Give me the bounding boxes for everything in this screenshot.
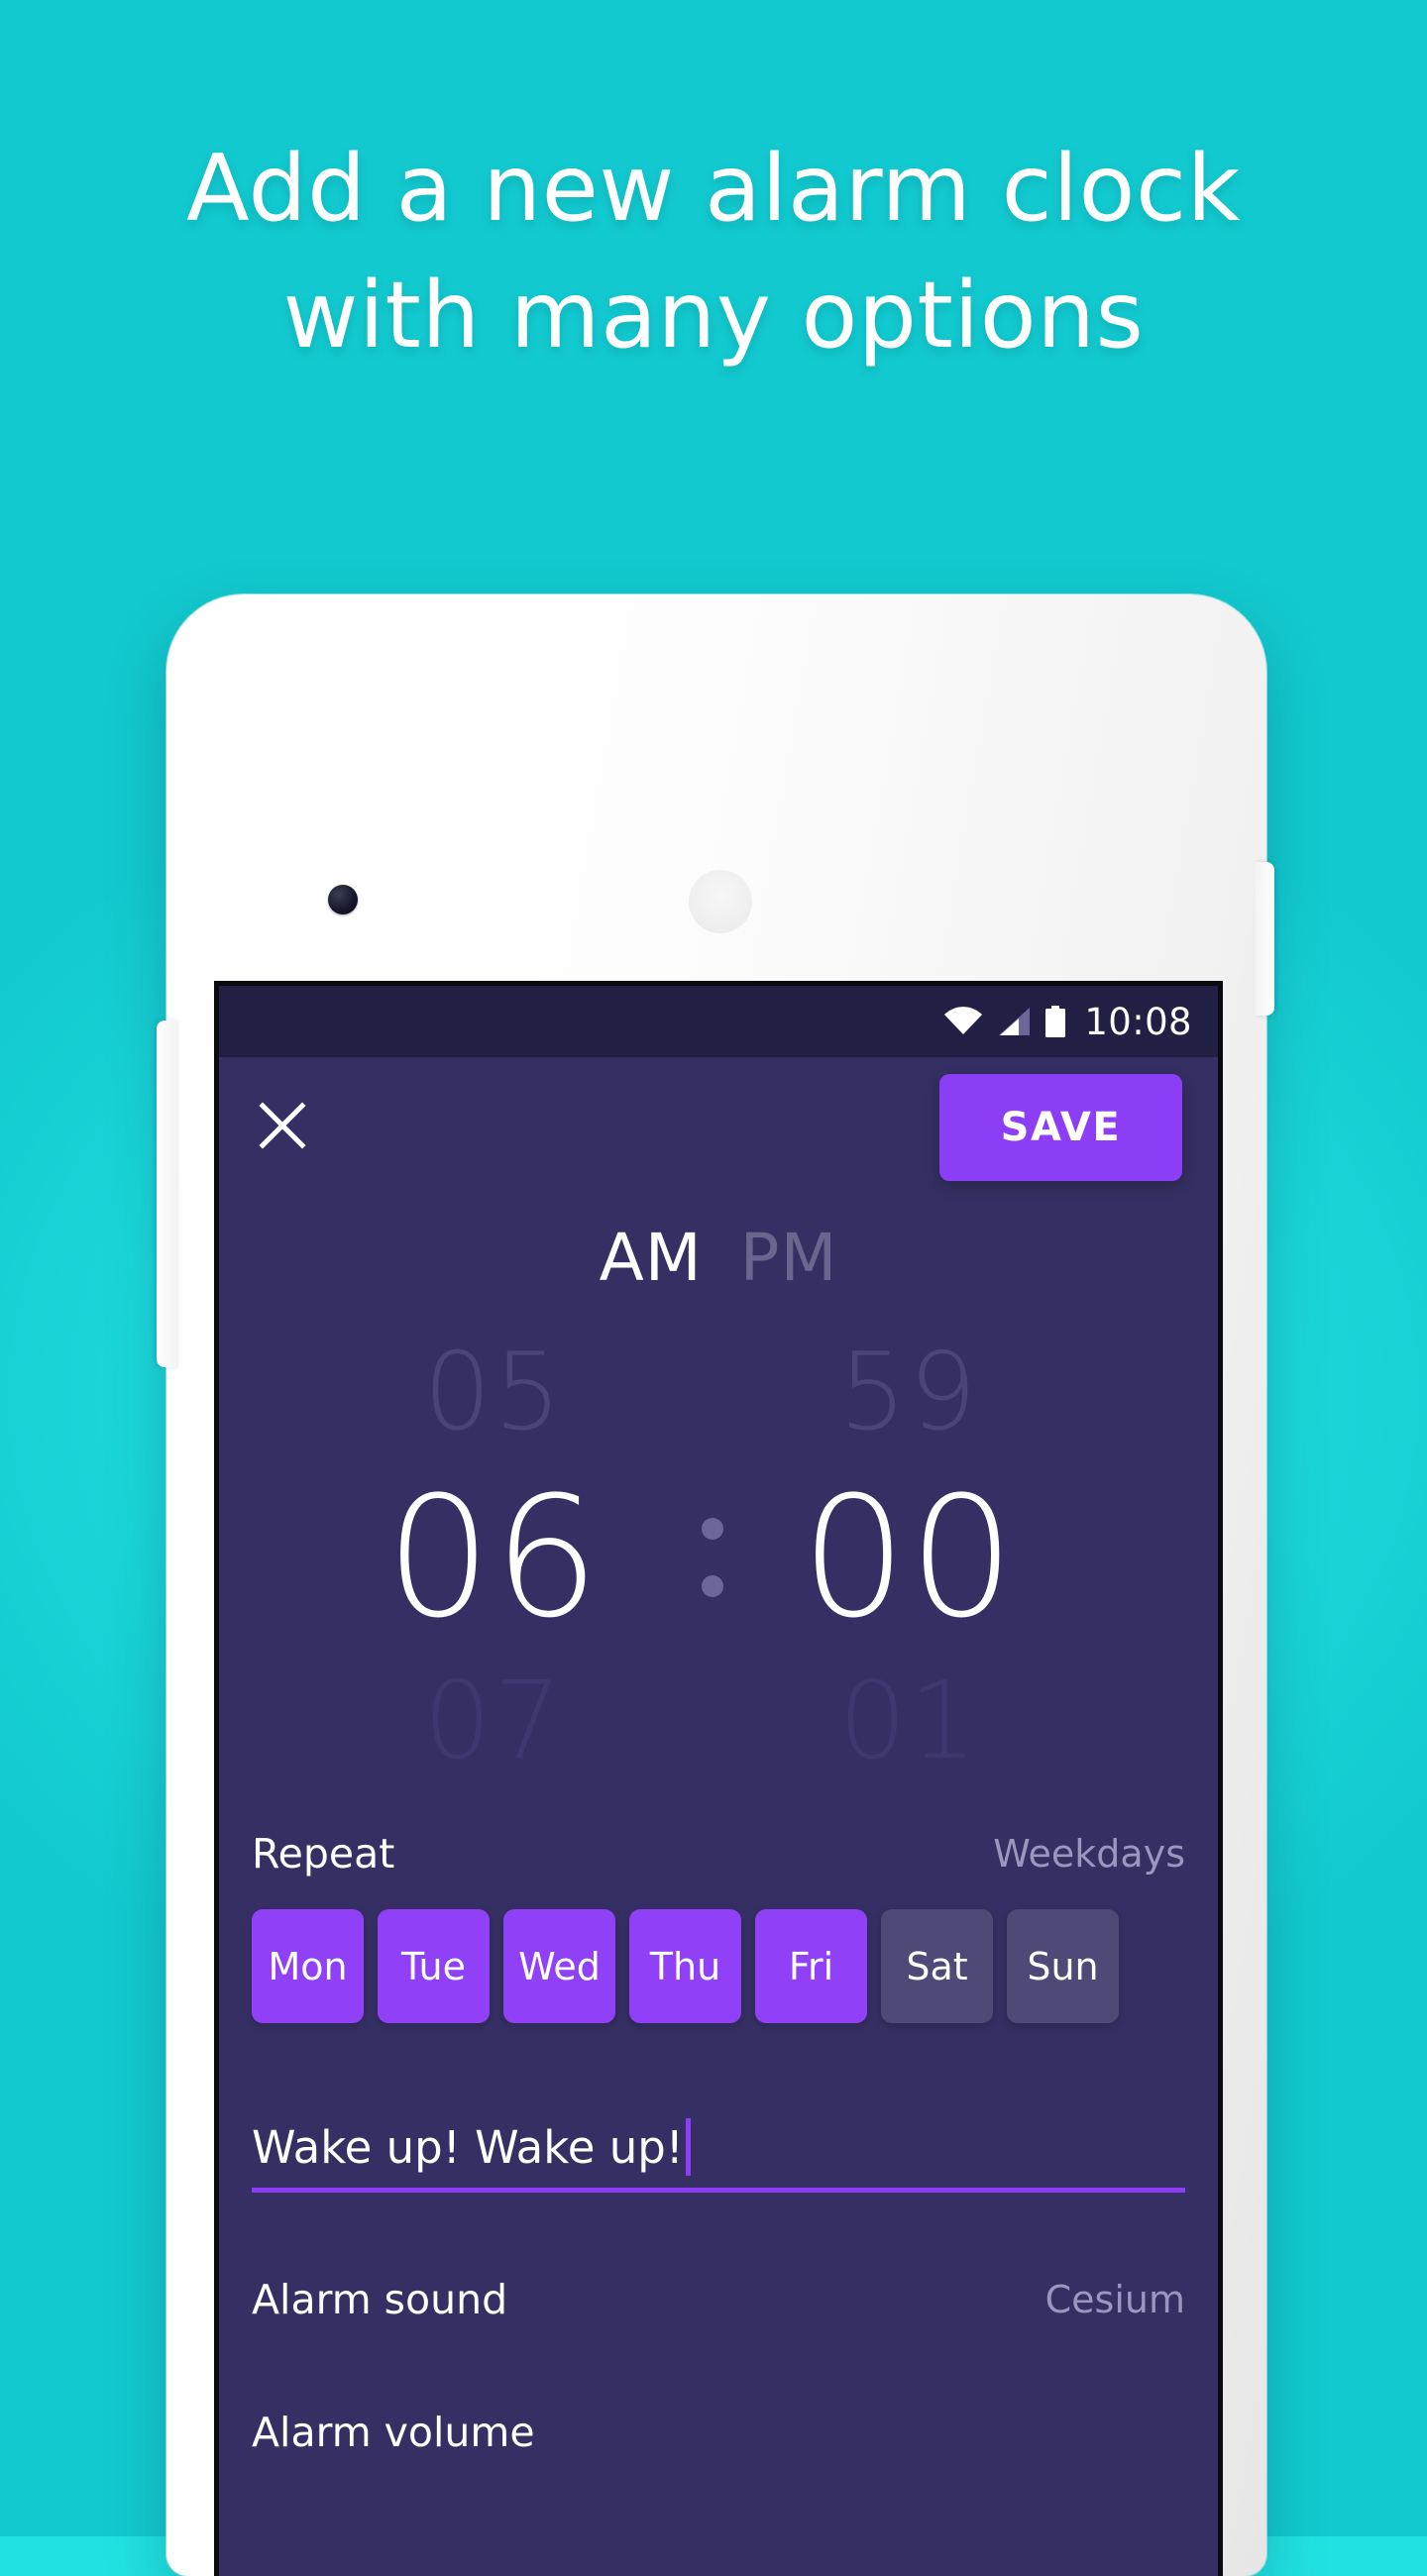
day-chip-thu[interactable]: Thu <box>629 1909 741 2023</box>
app-viewport: 10:08 SAVE AM PM 05 06 07 59 00 01 Repea… <box>219 986 1218 2576</box>
battery-icon <box>1044 1006 1066 1037</box>
alarm-options-section: Repeat Weekdays Mon Tue Wed Thu Fri Sat … <box>219 1830 1218 2456</box>
day-chip-fri[interactable]: Fri <box>755 1909 867 2023</box>
day-chip-tue[interactable]: Tue <box>378 1909 490 2023</box>
front-camera-icon <box>328 885 358 914</box>
meridiem-selector: AM PM <box>219 1220 1218 1296</box>
hour-previous-value[interactable]: 05 <box>423 1339 563 1447</box>
alarm-label-value: Wake up! Wake up! <box>252 2120 684 2174</box>
alarm-volume-row[interactable]: Alarm volume <box>252 2409 1185 2456</box>
text-caret <box>685 2118 691 2176</box>
status-bar: 10:08 <box>219 986 1218 1057</box>
alarm-sound-value: Cesium <box>1044 2278 1185 2321</box>
headline-line-1: Add a new alarm clock <box>186 135 1241 242</box>
promo-headline: Add a new alarm clock with many options <box>0 125 1427 379</box>
repeat-value: Weekdays <box>993 1832 1185 1876</box>
phone-frame: 10:08 SAVE AM PM 05 06 07 59 00 01 Repea… <box>157 594 1274 2576</box>
repeat-row[interactable]: Repeat Weekdays <box>252 1830 1185 1878</box>
phone-screen: 10:08 SAVE AM PM 05 06 07 59 00 01 Repea… <box>214 981 1223 2576</box>
hour-picker[interactable]: 05 06 07 <box>344 1322 718 1792</box>
hour-next-value[interactable]: 07 <box>423 1667 563 1775</box>
time-picker: 05 06 07 59 00 01 <box>219 1322 1218 1792</box>
save-button[interactable]: SAVE <box>939 1074 1182 1181</box>
day-chip-wed[interactable]: Wed <box>503 1909 615 2023</box>
repeat-label: Repeat <box>252 1830 395 1878</box>
volume-rocker-button[interactable] <box>157 1020 178 1367</box>
day-chip-mon[interactable]: Mon <box>252 1909 364 2023</box>
alarm-label-input[interactable]: Wake up! Wake up! <box>252 2118 1185 2193</box>
alarm-sound-label: Alarm sound <box>252 2276 508 2323</box>
day-chip-sun[interactable]: Sun <box>1007 1909 1119 2023</box>
alarm-sound-row[interactable]: Alarm sound Cesium <box>252 2276 1185 2323</box>
phone-mockup: 10:08 SAVE AM PM 05 06 07 59 00 01 Repea… <box>157 594 1276 2576</box>
alarm-edit-actionbar: SAVE <box>219 1057 1218 1204</box>
earpiece-speaker-icon <box>689 870 752 933</box>
headline-line-2: with many options <box>282 262 1145 370</box>
wifi-icon <box>943 1007 983 1036</box>
am-option[interactable]: AM <box>600 1220 703 1296</box>
alarm-volume-label: Alarm volume <box>252 2409 535 2456</box>
minute-next-value[interactable]: 01 <box>838 1667 978 1775</box>
day-selector: Mon Tue Wed Thu Fri Sat Sun <box>252 1909 1185 2023</box>
day-chip-sat[interactable]: Sat <box>881 1909 993 2023</box>
signal-icon <box>997 1007 1031 1036</box>
status-bar-clock: 10:08 <box>1084 1000 1192 1043</box>
close-icon[interactable] <box>252 1095 313 1156</box>
minute-previous-value[interactable]: 59 <box>838 1339 978 1447</box>
power-button[interactable] <box>1255 862 1274 1016</box>
hour-current-value: 06 <box>385 1459 602 1655</box>
pm-option[interactable]: PM <box>740 1220 838 1296</box>
minute-current-value: 00 <box>801 1459 1017 1655</box>
minute-picker[interactable]: 59 00 01 <box>718 1322 1093 1792</box>
